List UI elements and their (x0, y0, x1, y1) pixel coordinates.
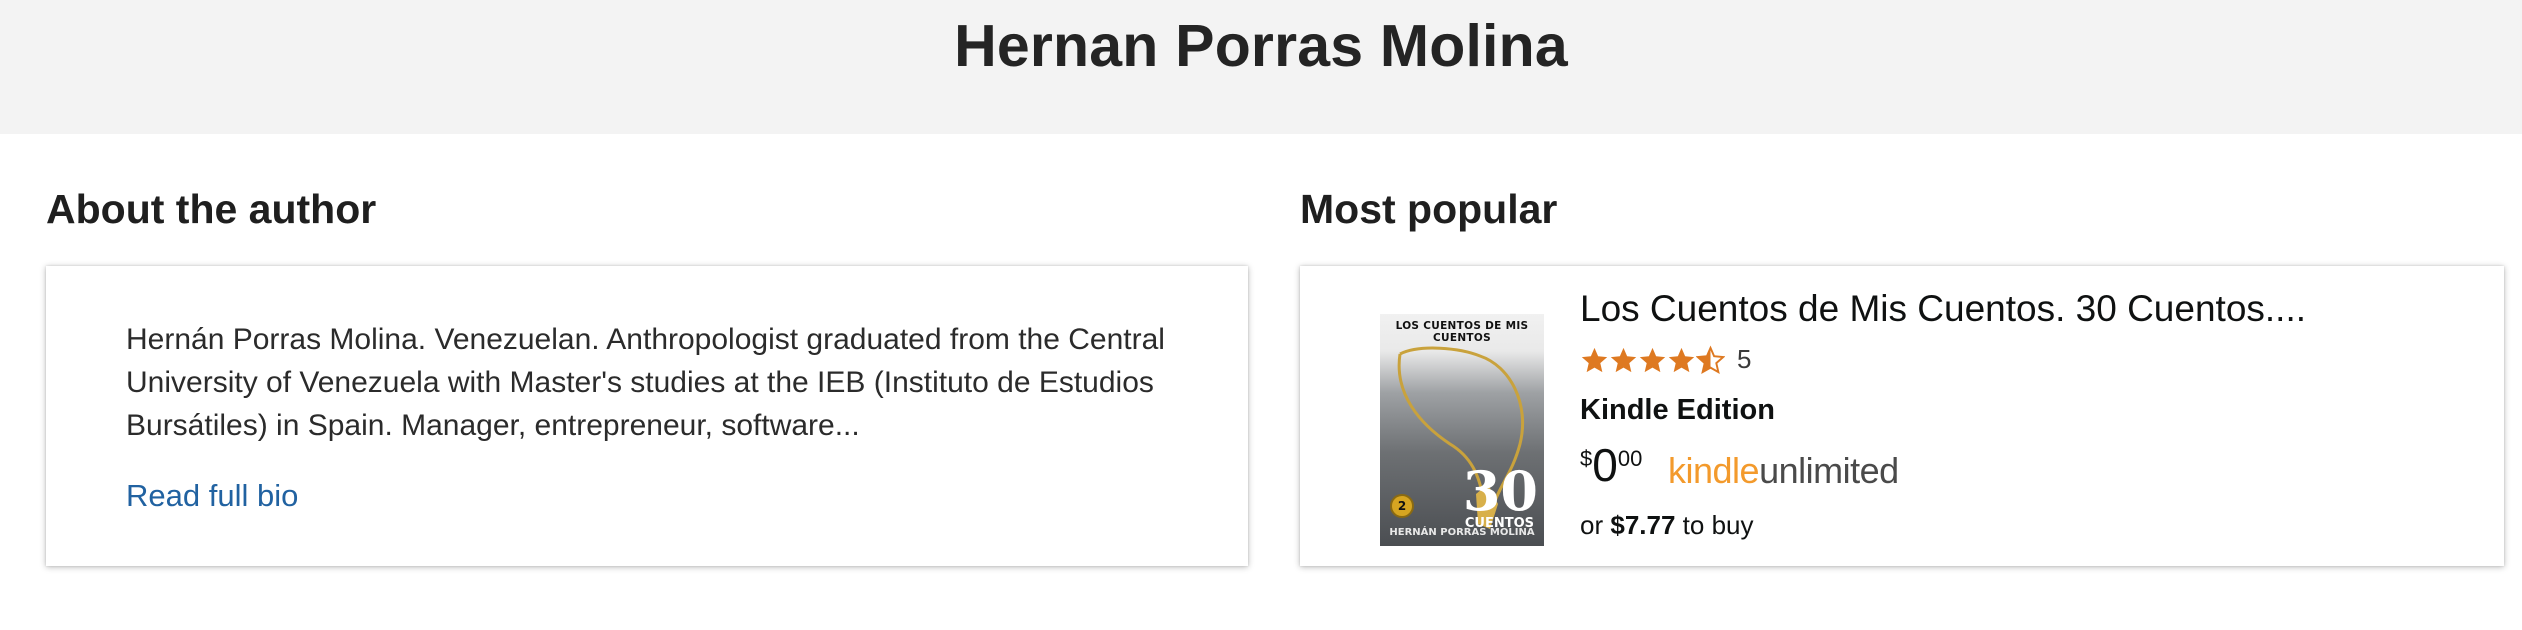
ku-kindle-text: kindle (1668, 450, 1760, 491)
most-popular-card: LOS CUENTOS DE MIS CUENTOS 2 30 CUENTOS … (1300, 266, 2504, 566)
cover-badge: 2 (1390, 494, 1414, 518)
kindle-price[interactable]: $ 0 00 (1580, 440, 1642, 490)
buy-price-line: or $7.77 to buy (1580, 510, 1754, 541)
read-full-bio-link[interactable]: Read full bio (126, 478, 298, 514)
about-section-title: About the author (46, 186, 377, 232)
star-full-icon (1581, 347, 1608, 372)
book-rating: 5 (1580, 344, 1751, 375)
price-symbol: $ (1580, 446, 1593, 471)
popular-section-title: Most popular (1300, 186, 1558, 232)
ku-unlimited-text: unlimited (1759, 450, 1899, 491)
rating-count-link[interactable]: 5 (1737, 344, 1751, 375)
book-title-link[interactable]: Los Cuentos de Mis Cuentos. 30 Cuentos..… (1580, 288, 2306, 330)
author-header: Hernan Porras Molina (0, 0, 2522, 134)
star-half-icon (1696, 344, 1725, 374)
price-fraction: 00 (1617, 446, 1643, 471)
kindle-unlimited-logo[interactable]: kindleunlimited (1668, 450, 1899, 492)
author-bio: Hernán Porras Molina. Venezuelan. Anthro… (126, 323, 1165, 442)
buy-suffix: to buy (1682, 510, 1754, 540)
author-name: Hernan Porras Molina (954, 13, 1568, 79)
book-cover-image[interactable]: LOS CUENTOS DE MIS CUENTOS 2 30 CUENTOS … (1380, 314, 1544, 546)
price-whole: 0 (1592, 439, 1618, 491)
buy-prefix: or (1580, 510, 1604, 540)
star-full-icon (1610, 347, 1637, 372)
buy-price[interactable]: $7.77 (1610, 510, 1675, 540)
cover-author: HERNÁN PORRAS MOLINA (1389, 527, 1535, 538)
star-full-icon (1639, 347, 1666, 372)
cover-number: 30 (1462, 459, 1538, 523)
star-full-icon (1668, 347, 1695, 372)
star-rating[interactable] (1580, 344, 1725, 375)
book-format-link[interactable]: Kindle Edition (1580, 394, 1775, 427)
about-card: Hernán Porras Molina. Venezuelan. Anthro… (46, 266, 1248, 566)
